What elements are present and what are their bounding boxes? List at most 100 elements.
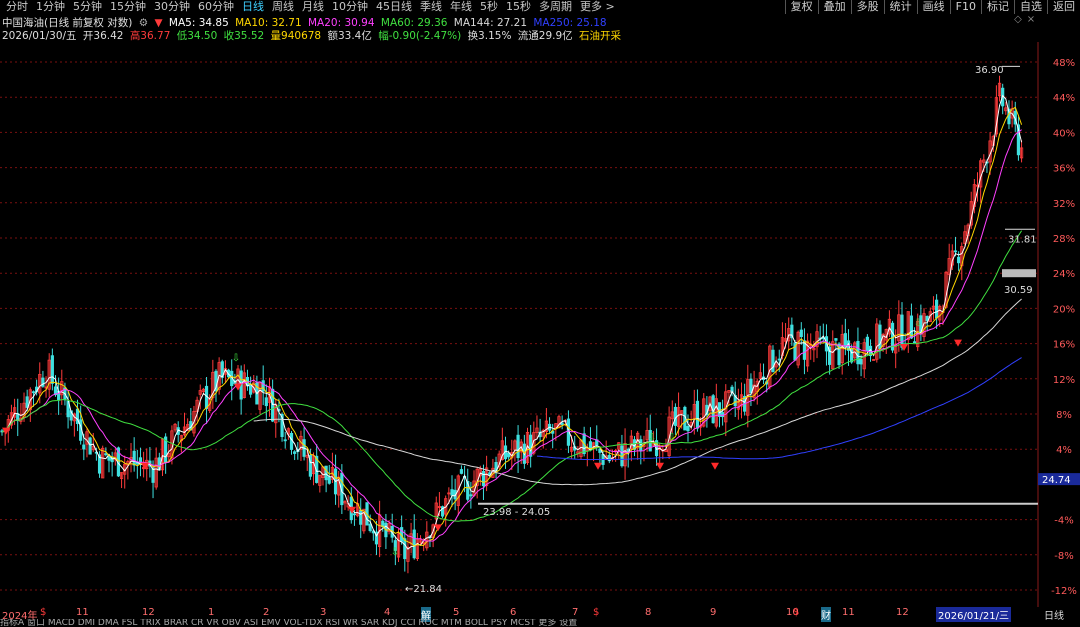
candle-body [799,329,803,338]
quote-turnover: 换3.15% [467,30,512,42]
band-label: 23.98 - 24.05 [483,507,550,518]
level-label-1: 31.81 [1008,234,1037,245]
low-label: ←21.84 [405,584,442,595]
x-tick-label: 11 [76,607,89,618]
x-tick-label: 12 [896,607,909,618]
candle-body [843,333,847,347]
period-tab[interactable]: 季线 [416,0,446,14]
sell-arrow-icon [656,462,664,470]
quote-open: 开36.42 [82,30,124,42]
candle-body [31,391,36,394]
price-tag-label: 24.74 [1042,475,1071,486]
period-tab[interactable]: 45日线 [372,0,416,14]
sell-arrow-icon [711,462,719,470]
candle-body [50,355,54,384]
candle-body [686,426,690,432]
level-label-2: 30.59 [1004,285,1033,296]
quote-float: 流通29.9亿 [517,30,573,42]
period-tab[interactable]: 日线 [238,0,268,14]
period-tab[interactable]: 5分钟 [69,0,106,14]
candle-body [264,397,268,407]
period-tab[interactable]: 多周期 [535,0,576,14]
period-tab[interactable]: 分时 [2,0,32,14]
y-tick-label: 32% [1053,199,1075,210]
x-tick-label: 11 [842,607,855,618]
candle-body [88,437,92,455]
period-tab[interactable]: 10分钟 [328,0,372,14]
level-bar [1002,269,1036,278]
period-tab[interactable]: 周线 [268,0,298,14]
candle-body [695,400,700,429]
candle-body [935,299,939,319]
y-tick-label: 4% [1056,445,1072,456]
high-label: 36.90 [975,65,1004,76]
candle-body [132,450,136,466]
y-tick-label: 16% [1053,340,1075,351]
x-tick-label: 6 [510,607,517,618]
y-tick-label: -8% [1054,551,1073,562]
tool-button[interactable]: 统计 [883,0,917,14]
diamond-icon[interactable]: ◇ [1013,15,1023,25]
candle-body [469,494,473,497]
buy-arrow-icon: ⇩ [914,318,922,329]
candle-body [82,444,86,450]
tool-button[interactable]: 多股 [850,0,884,14]
period-tab[interactable]: 60分钟 [194,0,238,14]
period-tab[interactable]: 15秒 [502,0,535,14]
indicator-tabs[interactable]: 指标A 窗口 MACD DMI DMA FSL TRIX BRAR CR VR … [0,619,1080,627]
tool-button[interactable]: 叠加 [817,0,851,14]
candle-body [912,341,917,344]
x-tick-label: 8 [645,607,652,618]
candle-body [327,476,331,484]
tool-button[interactable]: 标记 [981,0,1014,14]
ma250-line [536,357,1022,461]
candle-body [450,489,454,496]
candle-body [953,250,958,253]
quote-close: 收35.52 [223,30,265,42]
event-mark[interactable]: $ [40,607,46,618]
candle-body [639,439,643,452]
candle-body [271,388,275,422]
tool-button[interactable]: 自选 [1014,0,1047,14]
tool-button[interactable]: F10 [949,0,981,14]
candle-body [859,359,863,365]
quote-sector: 石油开采 [579,30,621,42]
y-tick-label: 28% [1053,234,1075,245]
candle-body [721,412,725,418]
quote-low: 低34.50 [176,30,218,42]
candle-body [359,509,363,525]
period-tab[interactable]: 5秒 [476,0,502,14]
period-tab[interactable]: 30分钟 [150,0,194,14]
quote-info-row: 2026/01/30/五 开36.42 高36.77 低34.50 收35.52… [2,28,624,42]
period-tab[interactable]: 更多 > [576,0,619,14]
buy-arrow-icon: ⇩ [391,547,399,558]
tool-button[interactable]: 复权 [784,0,818,14]
sell-arrow-icon [594,462,602,470]
y-tick-label: 40% [1053,128,1075,139]
quote-high: 高36.77 [129,30,171,42]
candle-body [368,523,372,532]
buy-arrow-icon: ⇩ [668,432,676,443]
tool-button[interactable]: 返回 [1047,0,1080,14]
period-tab[interactable]: 月线 [298,0,328,14]
candle-body [673,406,678,426]
quote-volume: 量940678 [270,30,322,42]
quote-amount: 额33.4亿 [327,30,372,42]
event-mark[interactable]: $ [793,607,799,618]
y-tick-label: -12% [1051,586,1077,597]
candle-body [865,336,869,352]
tool-button[interactable]: 画线 [916,0,950,14]
y-tick-label: 12% [1053,375,1075,386]
candle-body [777,358,781,361]
period-tab[interactable]: 1分钟 [32,0,69,14]
kline-chart[interactable]: 48% 44% 40% 36% 32% 28% 24% 20% 16% 12% 8% 4% -4% -8%… [0,42,1080,607]
period-toolbar: 分时 1分钟 5分钟 15分钟 30分钟 60分钟 日线 周线 月线 10分钟 45日线 季线 年线 5秒… [0,0,1080,14]
period-tab[interactable]: 年线 [446,0,476,14]
event-mark[interactable]: $ [593,607,599,618]
quote-date: 2026/01/30/五 [2,30,77,42]
y-tick-label: -4% [1054,516,1073,527]
close-icon[interactable]: × [1026,15,1036,25]
x-tick-label: 5 [453,607,460,618]
period-tab[interactable]: 15分钟 [106,0,150,14]
buy-arrow-icon: ⇩ [648,432,656,443]
